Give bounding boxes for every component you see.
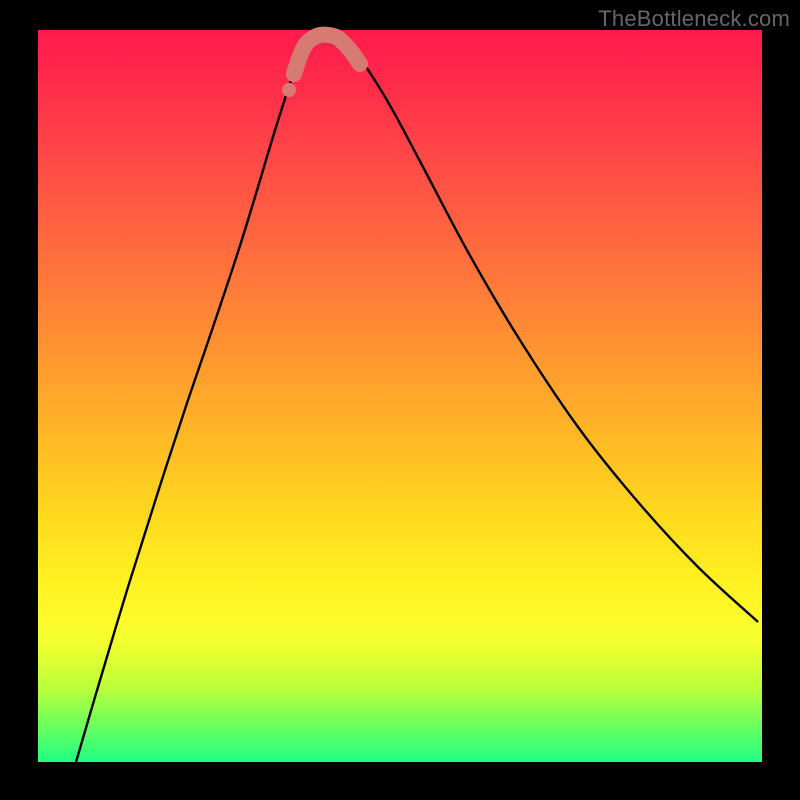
plot-area	[38, 30, 762, 762]
curve-layer	[38, 30, 762, 762]
highlight-dot	[282, 83, 296, 97]
chart-frame: TheBottleneck.com	[0, 0, 800, 800]
main-curve	[76, 34, 758, 762]
highlight-band	[294, 35, 360, 74]
watermark-text: TheBottleneck.com	[598, 6, 790, 32]
